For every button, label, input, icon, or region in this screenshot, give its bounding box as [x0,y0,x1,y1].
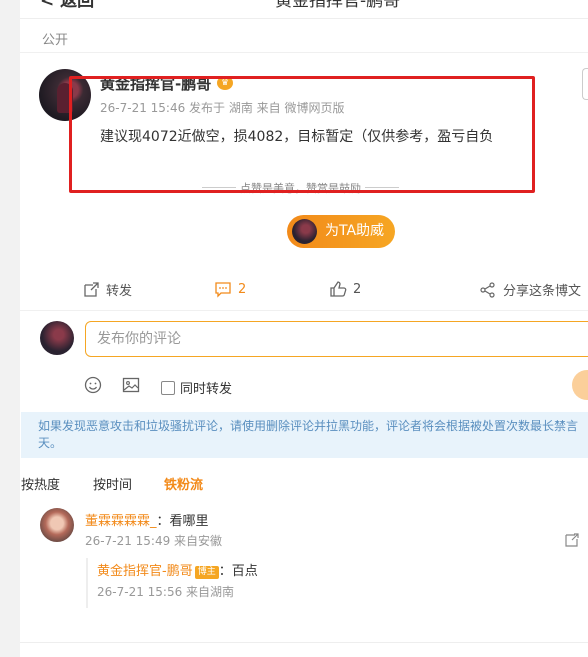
share-icon [480,281,495,298]
image-icon[interactable] [122,376,140,394]
reply-icon[interactable] [564,532,580,548]
comment-text: ：看哪里 [156,514,209,529]
repost-checkbox-label: 同时转发 [180,382,233,397]
tab-time[interactable]: 按时间 [93,474,132,493]
like-count: 2 [353,281,362,297]
cheer-label: 为TA助威 [325,223,385,239]
visibility-label: 公开 [42,33,69,48]
checkbox-icon[interactable] [161,380,175,395]
reply-block: 黄金指挥官-鹏哥 博主 ：百点 26-7-21 15:56 来自湖南 [86,558,558,608]
follow-button[interactable] [582,68,588,100]
comment-count: 2 [238,281,247,297]
back-button[interactable]: < 返回 [40,0,94,11]
repost-action[interactable]: 转发 [82,280,132,299]
send-button[interactable] [572,370,588,400]
reply-meta: 26-7-21 15:56 来自湖南 [97,585,235,599]
divider [20,52,588,53]
my-avatar [40,321,74,355]
cheer-button[interactable]: 为TA助威 [287,215,395,248]
page-title: 黄金指挥官-鹏哥 [275,0,401,11]
commenter-name[interactable]: 董霖霖霖霖_ [85,514,157,529]
moderation-notice: 如果发现恶意攻击和垃圾骚扰评论，请使用删除评论并拉黑功能，评论者将会根据被处置次… [21,412,588,458]
action-bar: 转发 2 2 分享这条博文 [20,280,588,302]
notice-line-2: 天。 [38,436,63,450]
author-badge: 博主 [194,566,219,579]
repost-icon [84,281,99,297]
highlight-box [69,76,535,193]
notice-line-1: 如果发现恶意攻击和垃圾骚扰评论，请使用删除评论并拉黑功能，评论者将会根据被处置次… [38,419,579,433]
tab-fans[interactable]: 铁粉流 [164,474,203,493]
repost-label: 转发 [106,284,133,299]
reply-text: ：百点 [218,564,258,579]
reply-line: 黄金指挥官-鹏哥 博主 ：百点 [97,560,258,579]
share-label: 分享这条博文 [503,284,582,299]
comment-meta: 26-7-21 15:49 来自安徽 [85,534,223,548]
repost-checkbox[interactable]: 同时转发 [161,378,232,397]
comment-input[interactable]: 发布你的评论 [85,321,588,357]
comment-line: 董霖霖霖霖_：看哪里 [85,510,209,529]
emoji-icon[interactable] [84,376,102,394]
like-action[interactable]: 2 [329,280,361,298]
divider [20,310,588,311]
thumbs-up-icon [330,281,347,297]
divider [20,642,588,643]
comment-icon [215,282,231,298]
commenter-avatar[interactable] [40,508,74,542]
share-action[interactable]: 分享这条博文 [479,280,581,299]
top-bar: < 返回 黄金指挥官-鹏哥 [20,0,588,19]
post-card: < 返回 黄金指挥官-鹏哥 公开 黄金指挥官-鹏哥 ♛ 26-7-21 15:4… [20,0,588,657]
tab-hot[interactable]: 按热度 [21,474,60,493]
comment-action[interactable]: 2 [214,280,246,298]
reply-author[interactable]: 黄金指挥官-鹏哥 [97,564,193,579]
author-mini-avatar [292,219,317,244]
